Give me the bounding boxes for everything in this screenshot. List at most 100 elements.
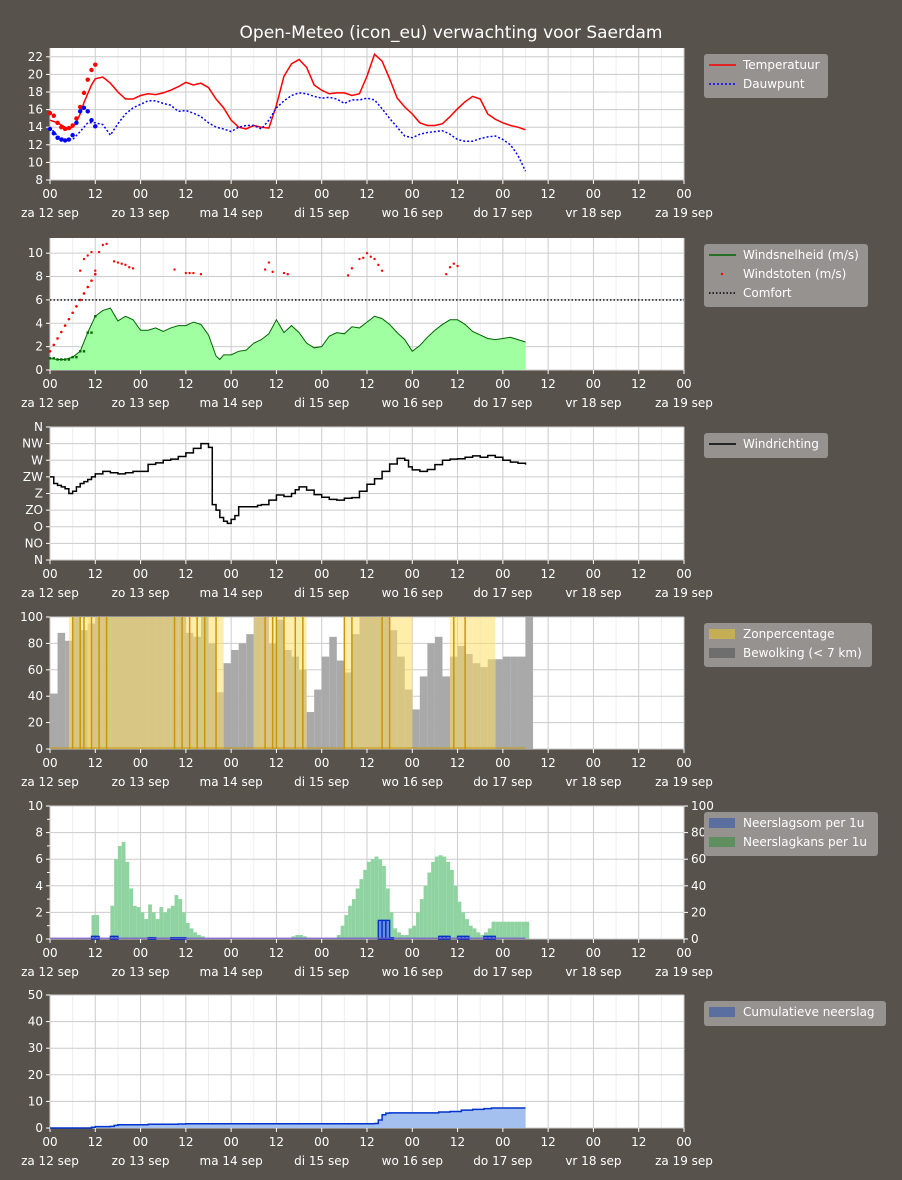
x-tick-label: 12 [88, 187, 103, 201]
day-label: za 19 sep [655, 1154, 713, 1168]
x-tick-label: 00 [224, 187, 239, 201]
x-tick-label: 12 [88, 1135, 103, 1149]
sun-bar [148, 617, 156, 749]
y-right-tick-label: 20 [691, 905, 706, 919]
y-tick-label: 16 [28, 103, 43, 117]
gust-marker [188, 271, 191, 275]
wind-marker [75, 355, 78, 359]
x-tick-label: 12 [88, 756, 103, 770]
dewpoint-marker [66, 137, 72, 142]
x-tick-label: 00 [42, 187, 57, 201]
wind-marker [67, 358, 71, 361]
day-label: ma 14 sep [200, 775, 263, 789]
cloud-bar [50, 693, 58, 749]
x-tick-label: 12 [359, 567, 374, 581]
temperature-marker [81, 90, 87, 96]
dewpoint-marker [70, 132, 75, 138]
cloud-bar [427, 643, 435, 749]
legend-label: Neerslagsom per 1u [743, 816, 864, 830]
x-tick-label: 12 [88, 946, 103, 960]
x-tick-label: 00 [224, 756, 239, 770]
dewpoint-marker [62, 138, 68, 143]
cloud-bar [510, 656, 518, 749]
cloud-bar [238, 643, 247, 749]
y-tick-label: ZW [23, 470, 43, 484]
y-tick-label: W [31, 453, 43, 467]
gust-marker [67, 317, 71, 321]
dewpoint-marker [93, 124, 98, 129]
cloud-bar [246, 634, 254, 749]
day-label: zo 13 sep [112, 965, 170, 979]
x-tick-label: 00 [495, 187, 510, 201]
precip-prob-bar [114, 859, 118, 939]
cloud-bar [231, 650, 239, 749]
cloud-bar [517, 656, 526, 749]
legend-patch [709, 648, 735, 658]
legend: Zonpercentage Bewolking (< 7 km) [704, 623, 872, 667]
x-tick-label: 12 [541, 756, 556, 770]
sun-bar [389, 617, 398, 749]
legend-patch [709, 629, 735, 639]
x-tick-label: 00 [405, 946, 420, 960]
panel-wind: 0 2 4 6 8 10 00 12 00 12 00 12 00 12 00 12 00 12 00 12 00 za … [21, 238, 713, 410]
x-tick-label: 00 [42, 1135, 57, 1149]
day-label: do 17 sep [473, 965, 532, 979]
x-tick-label: 00 [586, 946, 601, 960]
day-label: vr 18 sep [565, 396, 621, 410]
gust-marker [71, 311, 74, 315]
x-tick-label: 00 [495, 567, 510, 581]
x-tick-label: 12 [359, 1135, 374, 1149]
y-tick-label: NO [25, 536, 43, 550]
figure-title: Open-Meteo (icon_eu) verwachting voor Sa… [240, 23, 663, 43]
precip-prob-bar [502, 921, 507, 939]
y-tick-label: 12 [28, 138, 43, 152]
cloud-bar [306, 712, 315, 749]
y-right-tick-label: 100 [691, 799, 714, 813]
precip-prob-bar [506, 921, 511, 939]
temperature-marker [89, 67, 94, 73]
temperature-marker [47, 110, 53, 116]
precip-prob-bar [525, 921, 530, 939]
plots-container: 81012141618202200 12 00 12 00 12 00 12 00 12 00 12 0… [20, 48, 886, 1168]
precip-prob-bar [351, 899, 356, 939]
y-tick-label: 2 [35, 905, 43, 919]
sun-bar [125, 617, 134, 749]
cloud-bar [321, 656, 330, 749]
legend-label: Comfort [743, 286, 792, 300]
day-label: zo 13 sep [112, 586, 170, 600]
x-tick-label: 12 [269, 567, 284, 581]
day-label: za 12 sep [21, 965, 79, 979]
precip-prob-bar [514, 921, 518, 939]
day-label: za 12 sep [21, 586, 79, 600]
y-tick-label: 6 [35, 852, 43, 866]
y-tick-label: 30 [28, 1041, 43, 1055]
precip-prob-bar [438, 855, 443, 939]
cloud-bar [419, 676, 428, 749]
gust-marker [448, 266, 452, 269]
cloud-bar [525, 617, 534, 749]
dewpoint-marker [77, 109, 83, 114]
legend-label: Zonpercentage [743, 627, 834, 641]
x-tick-label: 12 [178, 377, 193, 391]
y-tick-label: 40 [28, 689, 43, 703]
x-tick-label: 00 [676, 756, 691, 770]
x-tick-label: 00 [586, 187, 601, 201]
x-tick-label: 00 [586, 377, 601, 391]
panel-temp: 8 10 12 14 16 18 20 22 00 12 00 12 00 12 00 12 00 12 00 12 0… [21, 48, 713, 220]
x-tick-label: 12 [178, 1135, 193, 1149]
dewpoint-marker [85, 109, 90, 114]
x-tick-label: 00 [133, 187, 148, 201]
precip-prob-bar [148, 904, 152, 939]
y-tick-label: O [34, 520, 43, 534]
x-tick-label: 12 [178, 187, 193, 201]
day-label: za 12 sep [21, 775, 79, 789]
y-tick-label: 22 [28, 50, 43, 64]
cloud-bar [336, 660, 345, 749]
legend-label: Bewolking (< 7 km) [743, 646, 862, 660]
precip-prob-bar [510, 921, 515, 939]
sun-bar [382, 617, 390, 749]
precip-prob-bar [340, 925, 345, 939]
precip-prob-bar [110, 905, 115, 939]
legend-label: Neerslagkans per 1u [743, 835, 867, 849]
day-label: wo 16 sep [382, 396, 443, 410]
